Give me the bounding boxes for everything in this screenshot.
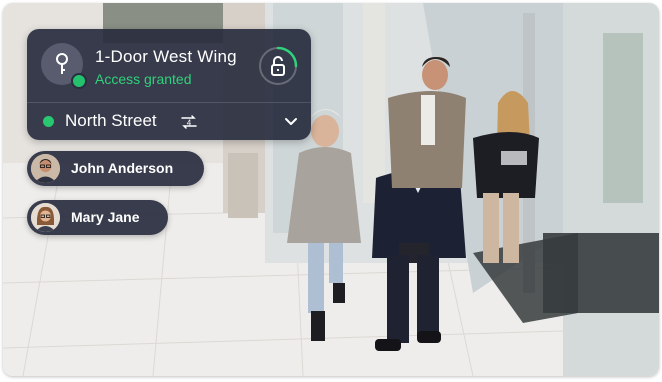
door-header: 1-Door West Wing Access granted bbox=[27, 29, 311, 101]
user-name: Mary Jane bbox=[71, 209, 140, 225]
avatar bbox=[31, 203, 60, 232]
access-event-card: 1-Door West Wing Access granted North St… bbox=[27, 29, 311, 140]
key-badge bbox=[41, 43, 87, 89]
avatar bbox=[31, 154, 60, 183]
user-pill-mary[interactable]: Mary Jane bbox=[27, 200, 168, 235]
unlock-icon bbox=[259, 46, 298, 85]
chevron-down-icon[interactable] bbox=[284, 115, 298, 127]
online-status-dot bbox=[71, 73, 87, 89]
user-pill-john[interactable]: John Anderson bbox=[27, 151, 204, 186]
unlock-button[interactable] bbox=[258, 46, 298, 86]
user-name: John Anderson bbox=[71, 160, 174, 176]
door-name: 1-Door West Wing bbox=[95, 47, 237, 66]
site-status-dot bbox=[43, 116, 54, 127]
access-status: Access granted bbox=[95, 71, 192, 87]
site-selector[interactable]: North Street 4 bbox=[27, 103, 311, 140]
hero-image-frame: 1-Door West Wing Access granted North St… bbox=[3, 3, 659, 376]
door-count-icon: 4 bbox=[181, 115, 197, 129]
door-count: 4 bbox=[187, 119, 192, 128]
key-icon bbox=[56, 53, 68, 74]
site-name: North Street bbox=[65, 111, 157, 130]
